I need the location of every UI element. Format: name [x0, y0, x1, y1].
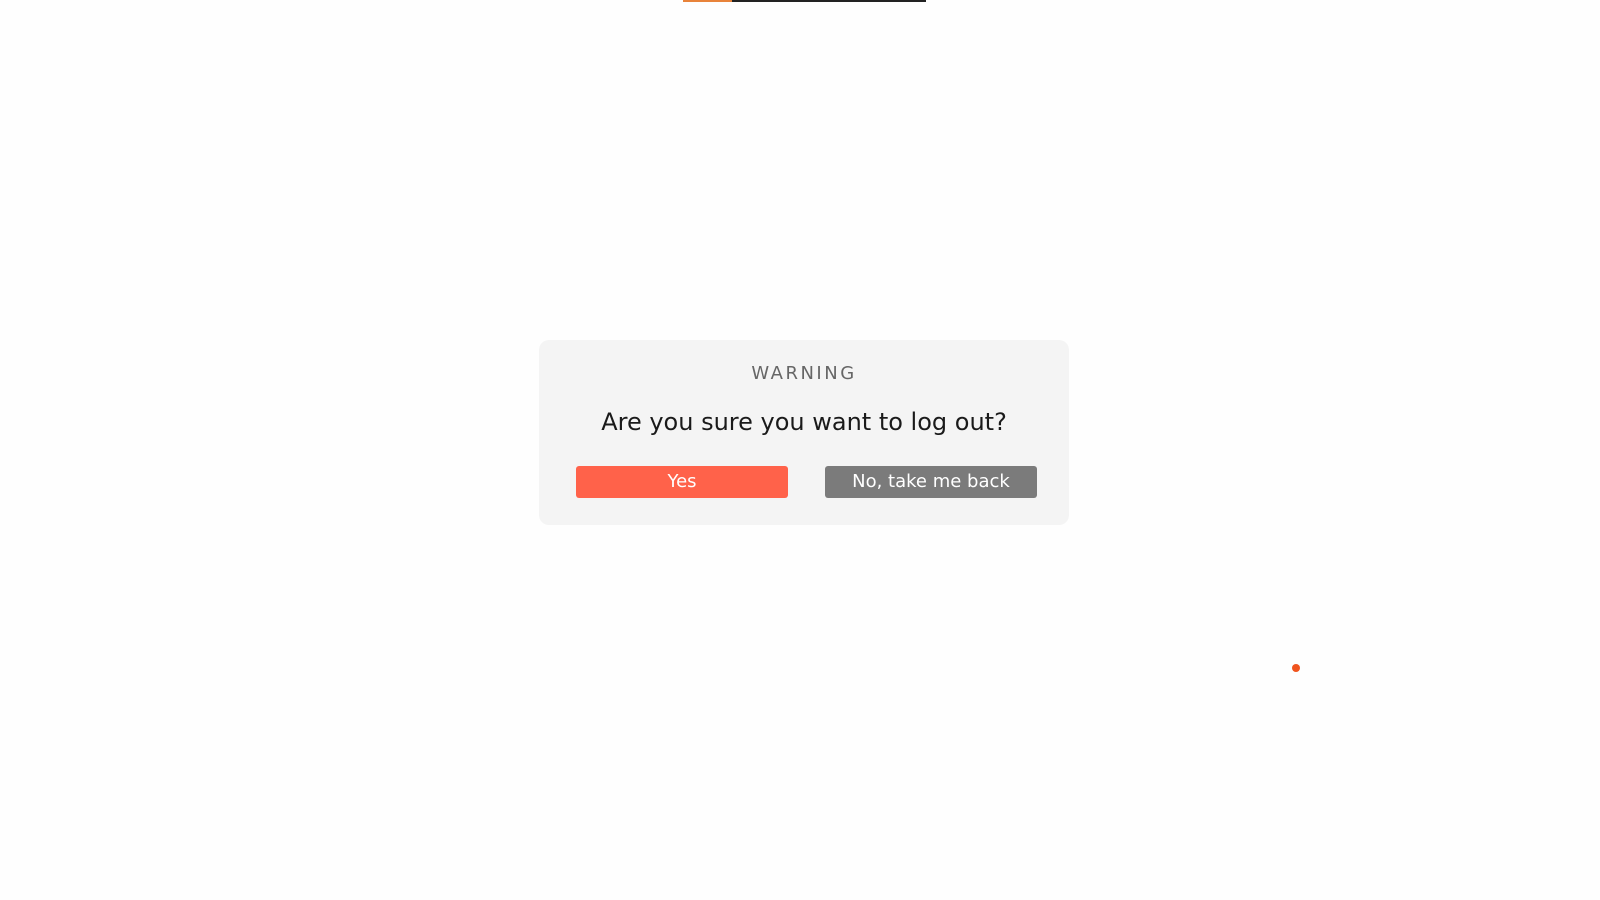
logout-warning-dialog: WARNING Are you sure you want to log out…	[539, 340, 1069, 525]
dialog-message: Are you sure you want to log out?	[601, 408, 1007, 436]
dialog-title: WARNING	[751, 363, 857, 384]
top-progress-bar	[683, 0, 926, 2]
indicator-dot	[1292, 664, 1300, 672]
confirm-logout-button[interactable]: Yes	[576, 466, 788, 498]
cancel-logout-button[interactable]: No, take me back	[825, 466, 1037, 498]
top-progress-fill	[683, 0, 732, 2]
page: WARNING Are you sure you want to log out…	[0, 0, 1600, 900]
